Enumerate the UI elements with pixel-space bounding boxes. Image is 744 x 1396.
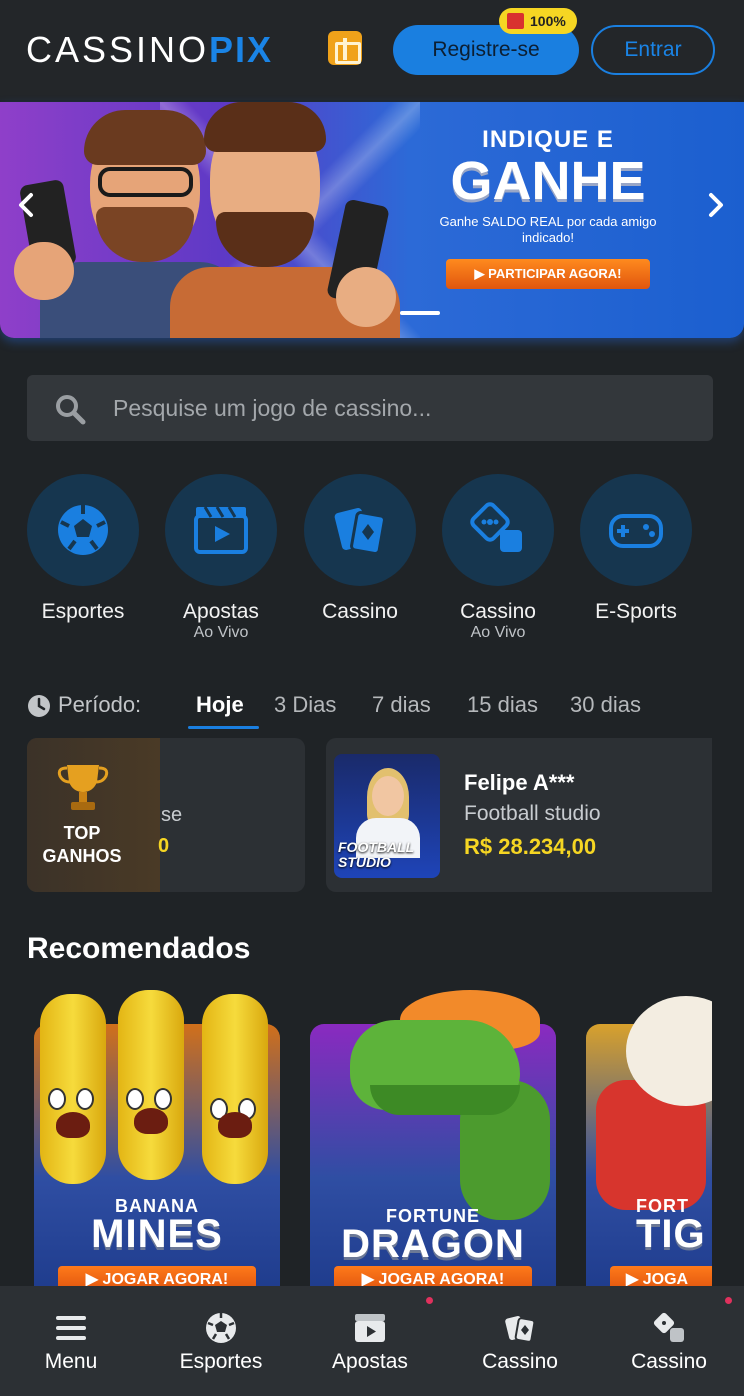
dice-icon: [653, 1312, 684, 1342]
banner-hand: [336, 267, 396, 327]
winner-game: Football studio: [464, 802, 601, 825]
clock-icon: [28, 695, 50, 717]
category-label: Cassino: [322, 600, 398, 623]
promo-banner[interactable]: INDIQUE E GANHE Ganhe SALDO REAL por cad…: [0, 102, 744, 338]
category-label: Esportes: [41, 600, 125, 623]
game-title-line2: TIG: [636, 1212, 706, 1256]
dragon-jaw: [370, 1085, 520, 1115]
game-thumbnail: FOOTBALL STUDIO: [334, 754, 440, 878]
category-circle: [442, 474, 554, 586]
category-cassino-ao-vivo[interactable]: Cassino Ao Vivo: [442, 474, 554, 642]
period-tab-3-dias[interactable]: 3 Dias: [274, 692, 336, 718]
banana-character: [40, 994, 106, 1184]
bottom-navigation: Menu Esportes Apostas Cassino Cassino: [0, 1286, 744, 1396]
banner-title-line2: GANHE: [450, 151, 646, 211]
register-bonus-text: 100%: [530, 13, 566, 29]
video-clapper-icon: [355, 1314, 385, 1342]
banner-hand: [14, 242, 74, 300]
top-winners-label-panel: TOP GANHOS: [27, 738, 160, 892]
category-label: E-Sports: [595, 600, 677, 623]
nav-apostas[interactable]: Apostas: [310, 1286, 430, 1396]
search-input[interactable]: [113, 375, 693, 441]
winner-game-partial: se: [161, 804, 183, 826]
logo-text-cassino: CASSINO: [26, 29, 210, 70]
carousel-prev-icon[interactable]: [12, 190, 42, 220]
logo-text-pix: PIX: [209, 29, 274, 70]
search-bar: [27, 375, 713, 441]
nav-cassino[interactable]: Cassino: [460, 1286, 580, 1396]
header: CASSINOPIX Registre-se 100% Entrar: [0, 0, 744, 100]
soccer-ball-icon: [58, 505, 108, 555]
section-title-recommended: Recomendados: [27, 932, 251, 965]
active-tab-underline: [188, 726, 259, 729]
playing-cards-icon: [334, 508, 386, 556]
logo[interactable]: CASSINOPIX: [26, 30, 273, 70]
thumbnail-title: FOOTBALL STUDIO: [338, 839, 414, 870]
game-title-line2: DRAGON: [341, 1222, 525, 1266]
period-tab-15-dias[interactable]: 15 dias: [467, 692, 538, 718]
hamburger-menu-icon: [56, 1316, 86, 1340]
trophy-icon: [57, 765, 109, 810]
playing-cards-icon: [505, 1316, 536, 1343]
nav-label: Menu: [44, 1350, 98, 1373]
page: CASSINOPIX Registre-se 100% Entrar INDIQ…: [0, 0, 744, 1396]
nav-label: Cassino: [482, 1350, 558, 1373]
period-tab-hoje[interactable]: Hoje: [196, 692, 244, 718]
nav-menu[interactable]: Menu: [11, 1286, 131, 1396]
category-circle: [27, 474, 139, 586]
banana-character: [202, 994, 268, 1184]
category-circle: [304, 474, 416, 586]
period-label: Período:: [58, 692, 142, 717]
period-tab-7-dias[interactable]: 7 dias: [372, 692, 431, 718]
video-clapper-icon: [194, 506, 248, 554]
winner-amount-partial: 0: [158, 835, 170, 857]
banner-subtitle: Ganhe SALDO REAL por cada amigo indicado…: [439, 214, 657, 245]
period-filter: Período: Hoje 3 Dias 7 dias 15 dias 30 d…: [27, 690, 727, 730]
gamepad-icon: [609, 514, 663, 548]
category-sublabel: Ao Vivo: [470, 624, 526, 641]
login-button[interactable]: Entrar: [591, 25, 715, 75]
category-circle: [165, 474, 277, 586]
period-tab-30-dias[interactable]: 30 dias: [570, 692, 641, 718]
nav-esportes[interactable]: Esportes: [161, 1286, 281, 1396]
category-apostas-ao-vivo[interactable]: Apostas Ao Vivo: [165, 474, 277, 642]
carousel-indicator[interactable]: [400, 311, 440, 315]
gift-icon[interactable]: [328, 31, 362, 65]
nav-label: Cassino: [631, 1350, 707, 1373]
category-cassino[interactable]: Cassino: [304, 474, 416, 624]
category-sublabel: Ao Vivo: [193, 624, 249, 641]
game-card-banana-mines[interactable]: BANANA MINES ▶ JOGAR AGORA!: [34, 990, 280, 1290]
winner-card[interactable]: FOOTBALL STUDIO Felipe A*** Football stu…: [326, 738, 712, 892]
category-circle: [580, 474, 692, 586]
soccer-ball-icon: [206, 1313, 236, 1343]
category-label: Apostas: [183, 600, 259, 623]
game-card-fortune-tiger[interactable]: FORT TIG ▶ JOGA: [586, 990, 712, 1290]
category-label: Cassino: [460, 600, 536, 623]
nav-cassino-ao-vivo[interactable]: Cassino: [609, 1286, 729, 1396]
register-bonus-badge: 100%: [499, 8, 577, 34]
winner-amount: R$ 28.234,00: [464, 834, 597, 859]
game-card-fortune-dragon[interactable]: FORTUNE DRAGON ▶ JOGAR AGORA!: [310, 990, 556, 1290]
gift-box-icon: [507, 13, 524, 29]
category-esportes[interactable]: Esportes: [27, 474, 139, 624]
search-icon: [56, 395, 86, 425]
carousel-next-icon[interactable]: [700, 190, 730, 220]
winner-card-partial[interactable]: TOP GANHOS se 0: [27, 738, 305, 892]
category-esports[interactable]: E-Sports: [580, 474, 692, 624]
banana-character: [118, 990, 184, 1180]
banner-cta-button[interactable]: ▶ PARTICIPAR AGORA!: [446, 259, 650, 289]
dice-icon: [470, 502, 522, 552]
winner-name: Felipe A***: [464, 770, 575, 795]
game-title-line2: MINES: [91, 1212, 223, 1256]
nav-label: Esportes: [179, 1350, 263, 1373]
top-winners-label: TOP GANHOS: [42, 823, 122, 866]
notification-dot: [426, 1297, 433, 1304]
nav-label: Apostas: [332, 1350, 408, 1373]
